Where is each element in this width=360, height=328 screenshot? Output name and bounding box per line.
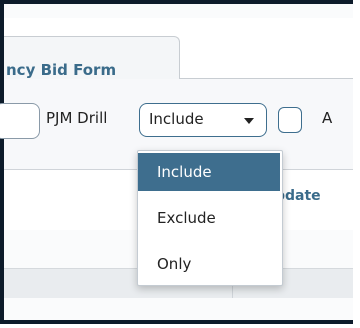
dropdown-option-exclude[interactable]: Exclude (138, 199, 280, 237)
dropdown-option-label: Exclude (157, 209, 216, 227)
dropdown-option-only[interactable]: Only (138, 245, 280, 283)
pjm-drill-select[interactable]: Include (139, 103, 267, 137)
checkbox-label: A (322, 109, 333, 127)
tab-bid-form-label: ncy Bid Form (6, 61, 117, 79)
dropdown-option-label: Only (157, 255, 192, 273)
dropdown-option-label: Include (157, 163, 212, 181)
tab-strip: ncy Bid Form (4, 18, 353, 98)
dropdown-option-include[interactable]: Include (138, 153, 280, 191)
previous-field-input[interactable] (0, 103, 40, 139)
caret-down-icon (244, 118, 254, 124)
grid-footer (4, 298, 353, 320)
pjm-drill-select-value: Include (149, 110, 204, 128)
pjm-drill-label: PJM Drill (46, 109, 108, 127)
filter-checkbox[interactable] (278, 107, 302, 133)
screenshot-stage: ncy Bid Form PJM Drill Include A pdate I… (0, 0, 360, 328)
pjm-drill-dropdown-menu: Include Exclude Only (137, 150, 283, 286)
